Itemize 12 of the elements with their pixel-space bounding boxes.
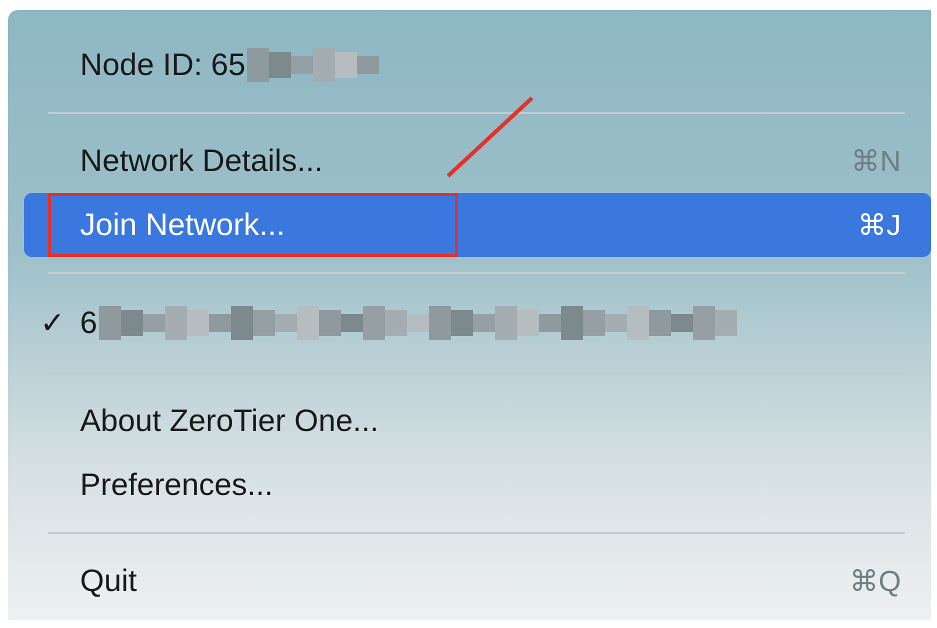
menu-item[interactable]: About ZeroTier One... — [24, 389, 931, 453]
menu-item[interactable]: Preferences... — [24, 453, 931, 517]
menu-item[interactable]: Network Details... ⌘N — [24, 129, 931, 193]
menu-item[interactable]: Quit ⌘Q — [24, 549, 931, 613]
shortcut-label: ⌘J — [858, 208, 901, 242]
menu-item[interactable]: Join Network... ⌘J — [24, 193, 931, 257]
checkmark-icon: ✓ — [40, 306, 80, 340]
shortcut-label: ⌘N — [851, 144, 901, 178]
network-item[interactable]: ✓ 6 — [24, 289, 931, 357]
node-id-label: Node ID: 65 — [80, 47, 246, 83]
network-label: 6 — [80, 305, 98, 341]
shortcut-label: ⌘Q — [849, 564, 901, 598]
